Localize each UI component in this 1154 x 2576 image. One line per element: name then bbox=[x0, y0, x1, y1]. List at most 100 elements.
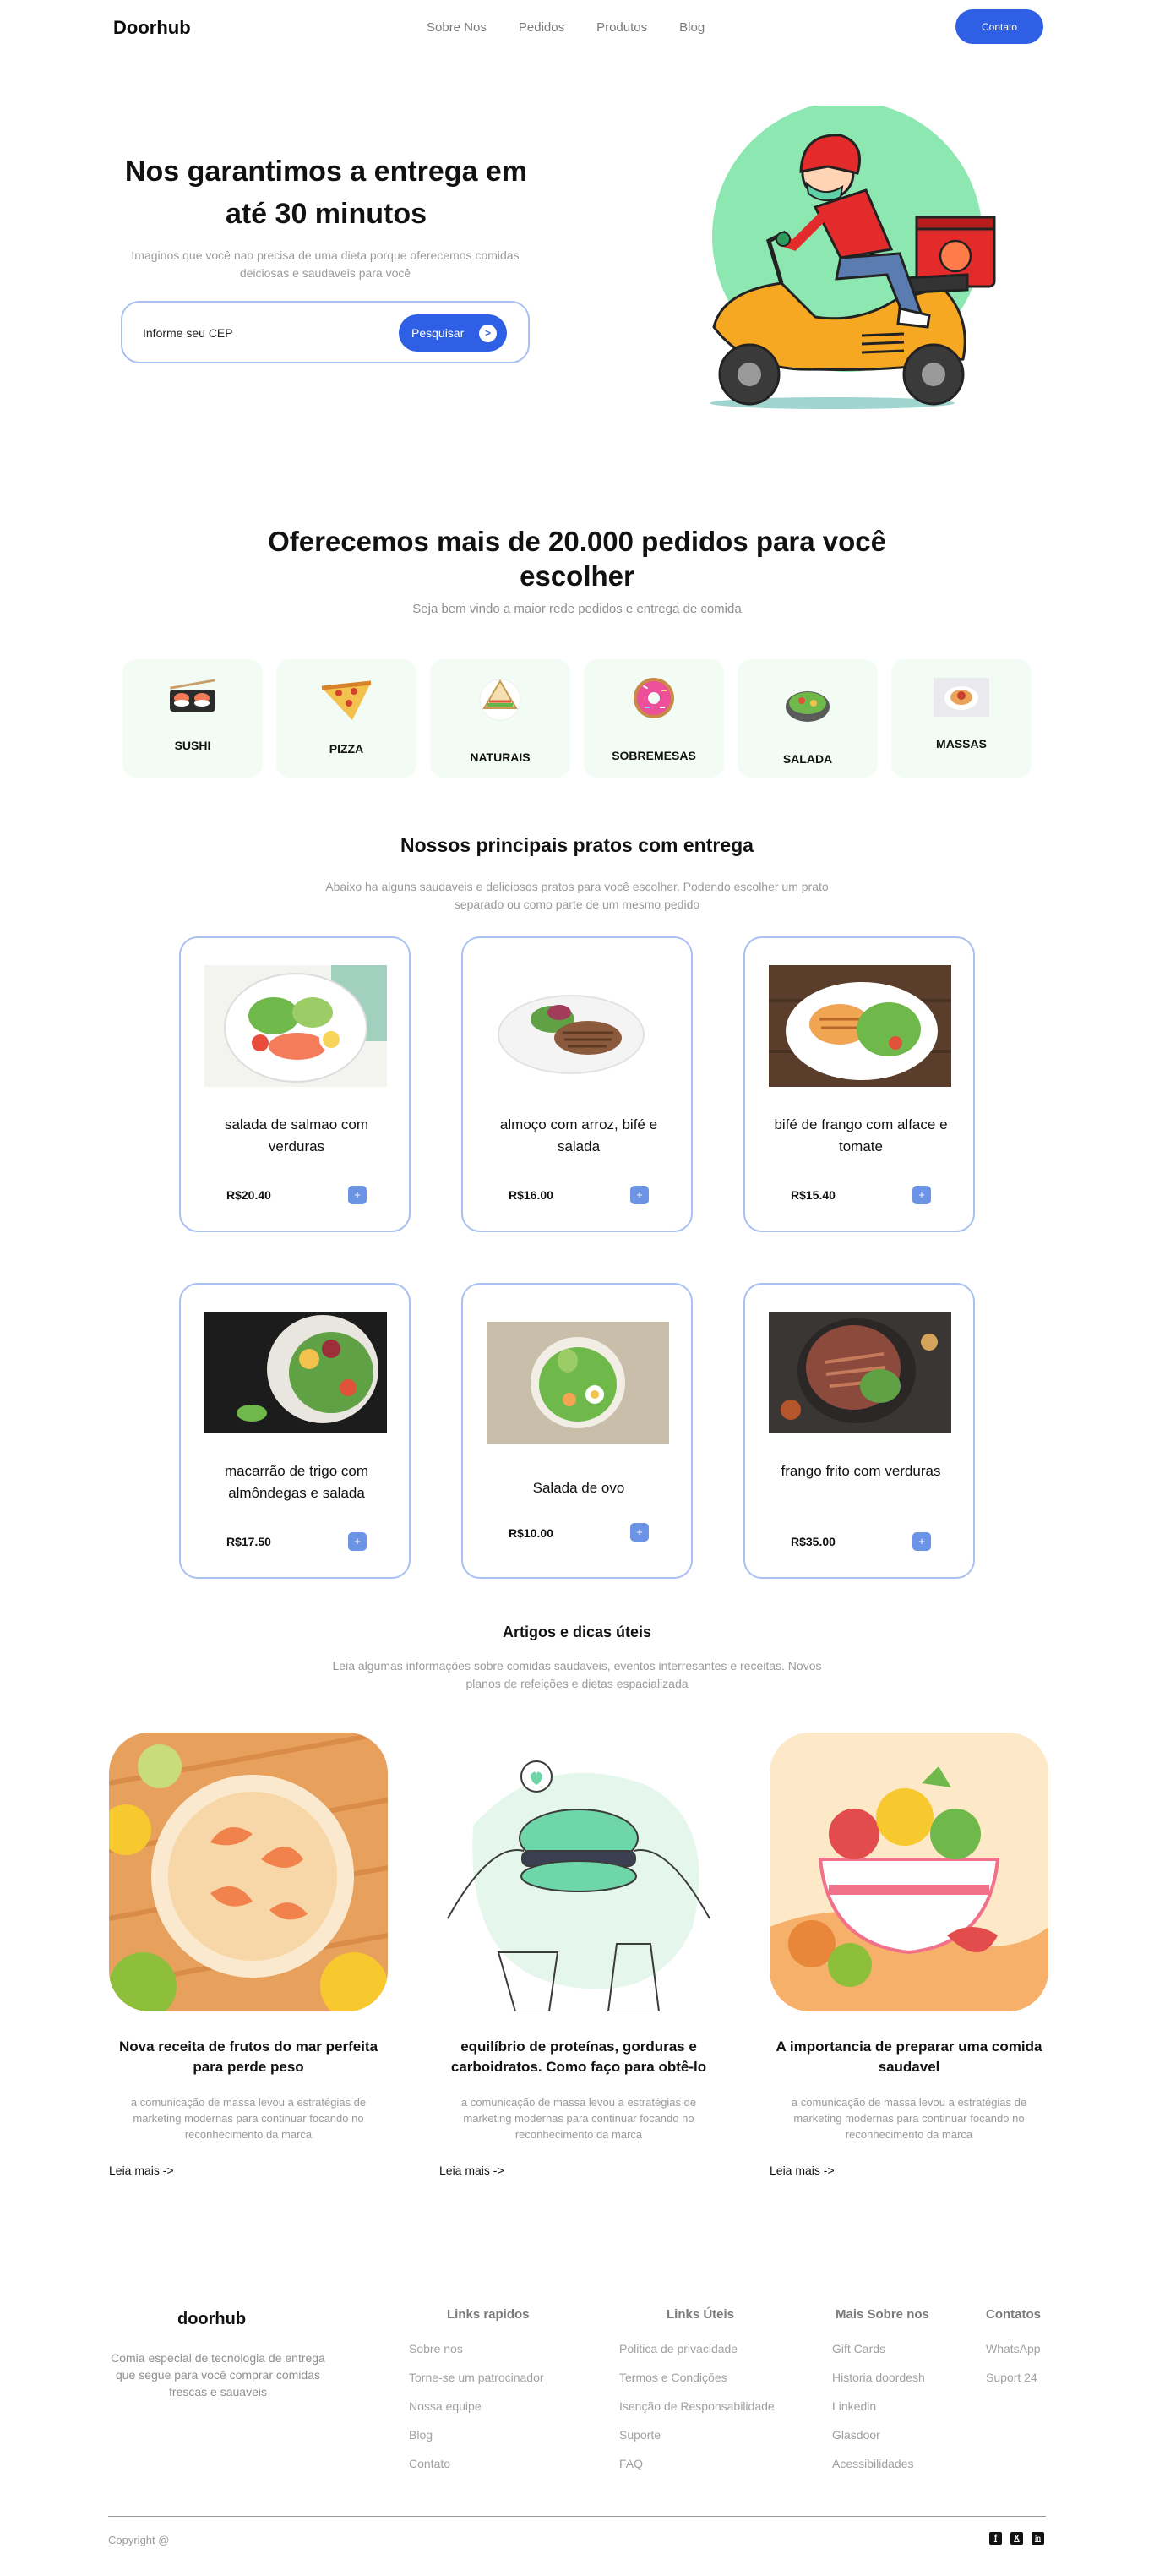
footer-divider bbox=[108, 2516, 1046, 2517]
dish-price: R$35.00 bbox=[791, 1535, 836, 1548]
dish-card[interactable]: frango frito com verduras R$35.00 + bbox=[743, 1283, 975, 1579]
read-more-link[interactable]: Leia mais -> bbox=[770, 2164, 835, 2177]
footer-brand[interactable]: doorhub bbox=[177, 2310, 246, 2329]
category-naturais[interactable]: NATURAIS bbox=[430, 659, 570, 778]
categories-title: Oferecemos mais de 20.000 pedidos para v… bbox=[268, 526, 886, 592]
brand-logo[interactable]: Doorhub bbox=[113, 17, 191, 39]
main-menu: Sobre Nos Pedidos Produtos Blog bbox=[427, 20, 737, 35]
category-label: PIZZA bbox=[329, 742, 364, 756]
dish-name: Salada de ovo bbox=[532, 1480, 625, 1496]
dish-price: R$17.50 bbox=[226, 1535, 271, 1548]
cep-input[interactable] bbox=[143, 323, 354, 343]
dish-card[interactable]: almoço com arroz, bifé e salada R$16.00 … bbox=[461, 936, 693, 1232]
burger-hands-illustration bbox=[439, 1733, 718, 2011]
article-excerpt: a comunicação de massa levou a estratégi… bbox=[460, 2096, 697, 2141]
category-label: SUSHI bbox=[174, 739, 211, 752]
category-label: SALADA bbox=[782, 752, 833, 766]
footer-link[interactable]: Acessibilidades bbox=[832, 2457, 929, 2471]
article-title: A importancia de preparar uma comida sau… bbox=[776, 2038, 1042, 2075]
footer-col-contatos: Contatos WhatsApp Suport 24 bbox=[986, 2307, 1041, 2399]
article-title: equilíbrio de proteínas, gorduras e carb… bbox=[450, 2038, 707, 2075]
dish-card[interactable]: bifé de frango com alface e tomate R$15.… bbox=[743, 936, 975, 1232]
dishes-title: Nossos principais pratos com entrega bbox=[400, 834, 754, 856]
donut-icon bbox=[634, 678, 674, 718]
footer-link[interactable]: Politica de privacidade bbox=[619, 2342, 775, 2356]
dishes-subtitle: Abaixo ha alguns saudaveis e deliciosos … bbox=[325, 880, 829, 911]
footer-link[interactable]: Nossa equipe bbox=[409, 2399, 544, 2414]
salad-bowl-icon bbox=[786, 691, 830, 722]
top-navbar: Doorhub Sobre Nos Pedidos Produtos Blog … bbox=[0, 0, 1154, 56]
category-sushi[interactable]: SUSHI bbox=[122, 659, 263, 778]
footer-link[interactable]: Linkedin bbox=[832, 2399, 929, 2414]
linkedin-icon[interactable]: in bbox=[1032, 2532, 1044, 2545]
contact-button[interactable]: Contato bbox=[955, 9, 1043, 44]
category-salada[interactable]: SALADA bbox=[738, 659, 878, 778]
dish-photo bbox=[769, 965, 951, 1087]
x-icon[interactable]: X bbox=[1010, 2532, 1023, 2545]
read-more-link[interactable]: Leia mais -> bbox=[439, 2164, 504, 2177]
category-label: NATURAIS bbox=[470, 750, 531, 764]
fruit-bowl-illustration bbox=[770, 1733, 1048, 2011]
category-sobremesas[interactable]: SOBREMESAS bbox=[584, 659, 724, 778]
category-pizza[interactable]: PIZZA bbox=[276, 659, 416, 778]
add-to-cart-button[interactable]: + bbox=[348, 1186, 367, 1204]
facebook-icon[interactable]: f bbox=[989, 2532, 1002, 2545]
footer-link[interactable]: FAQ bbox=[619, 2457, 775, 2471]
footer-link[interactable]: Contato bbox=[409, 2457, 544, 2471]
footer-col-links-uteis: Links Úteis Politica de privacidade Term… bbox=[619, 2307, 775, 2486]
footer-col-title: Contatos bbox=[986, 2307, 1041, 2322]
footer-link[interactable]: Torne-se um patrocinador bbox=[409, 2371, 544, 2385]
dish-card[interactable]: salada de salmao com verduras R$20.40 + bbox=[179, 936, 411, 1232]
article-title: Nova receita de frutos do mar perfeita p… bbox=[118, 2038, 378, 2075]
article-excerpt: a comunicação de massa levou a estratégi… bbox=[791, 2096, 1027, 2141]
pizza-icon bbox=[321, 680, 372, 720]
footer-link[interactable]: Glasdoor bbox=[832, 2428, 929, 2442]
footer-link[interactable]: Termos e Condições bbox=[619, 2371, 775, 2385]
nav-link-blog[interactable]: Blog bbox=[679, 20, 705, 35]
read-more-link[interactable]: Leia mais -> bbox=[109, 2164, 174, 2177]
dish-photo bbox=[487, 1322, 669, 1444]
dish-name: almoço com arroz, bifé e salada bbox=[499, 1116, 658, 1154]
footer-link[interactable]: Gift Cards bbox=[832, 2342, 929, 2356]
seafood-plate-illustration bbox=[109, 1733, 388, 2011]
footer-col-title: Links Úteis bbox=[667, 2307, 735, 2322]
dish-name: frango frito com verduras bbox=[781, 1463, 941, 1479]
footer-link[interactable]: Historia doordesh bbox=[832, 2371, 929, 2385]
article-excerpt: a comunicação de massa levou a estratégi… bbox=[130, 2096, 367, 2141]
footer-link[interactable]: Sobre nos bbox=[409, 2342, 544, 2356]
nav-link-sobre-nos[interactable]: Sobre Nos bbox=[427, 20, 487, 35]
footer-col-title: Links rapidos bbox=[447, 2307, 530, 2322]
footer-col-mais-sobre-nos: Mais Sobre nos Gift Cards Historia doord… bbox=[832, 2307, 929, 2486]
category-label: SOBREMESAS bbox=[612, 749, 696, 762]
sushi-icon bbox=[170, 679, 215, 712]
search-button-label: Pesquisar bbox=[411, 326, 465, 340]
add-to-cart-button[interactable]: + bbox=[348, 1532, 367, 1551]
nav-link-pedidos[interactable]: Pedidos bbox=[519, 20, 564, 35]
dish-card[interactable]: Salada de ovo R$10.00 + bbox=[461, 1283, 693, 1579]
nav-link-produtos[interactable]: Produtos bbox=[596, 20, 647, 35]
footer-link[interactable]: WhatsApp bbox=[986, 2342, 1041, 2356]
dish-price: R$15.40 bbox=[791, 1188, 836, 1202]
add-to-cart-button[interactable]: + bbox=[912, 1532, 931, 1551]
dish-price: R$10.00 bbox=[509, 1526, 553, 1540]
footer-link[interactable]: Isenção de Responsabilidade bbox=[619, 2399, 775, 2414]
footer-link[interactable]: Blog bbox=[409, 2428, 544, 2442]
hero-subtitle: Imaginos que você nao precisa de uma die… bbox=[131, 248, 520, 280]
footer-link[interactable]: Suporte bbox=[619, 2428, 775, 2442]
dish-card[interactable]: macarrão de trigo com almôndegas e salad… bbox=[179, 1283, 411, 1579]
footer-description: Comia especial de tecnologia de entrega … bbox=[111, 2351, 325, 2399]
footer-link[interactable]: Suport 24 bbox=[986, 2371, 1041, 2385]
dish-photo bbox=[487, 965, 669, 1087]
copyright-text: Copyright @ bbox=[108, 2534, 170, 2546]
articles-title: Artigos e dicas úteis bbox=[502, 1624, 652, 1640]
category-massas[interactable]: MASSAS bbox=[891, 659, 1032, 778]
dish-name: macarrão de trigo com almôndegas e salad… bbox=[224, 1463, 369, 1501]
footer-col-title: Mais Sobre nos bbox=[836, 2307, 929, 2322]
footer-col-links-rapidos: Links rapidos Sobre nos Torne-se um patr… bbox=[409, 2307, 544, 2486]
dish-name: bifé de frango com alface e tomate bbox=[774, 1116, 948, 1154]
search-button[interactable]: Pesquisar > bbox=[399, 314, 507, 352]
cep-search-box: Pesquisar > bbox=[121, 301, 530, 363]
add-to-cart-button[interactable]: + bbox=[912, 1186, 931, 1204]
add-to-cart-button[interactable]: + bbox=[630, 1523, 649, 1542]
add-to-cart-button[interactable]: + bbox=[630, 1186, 649, 1204]
